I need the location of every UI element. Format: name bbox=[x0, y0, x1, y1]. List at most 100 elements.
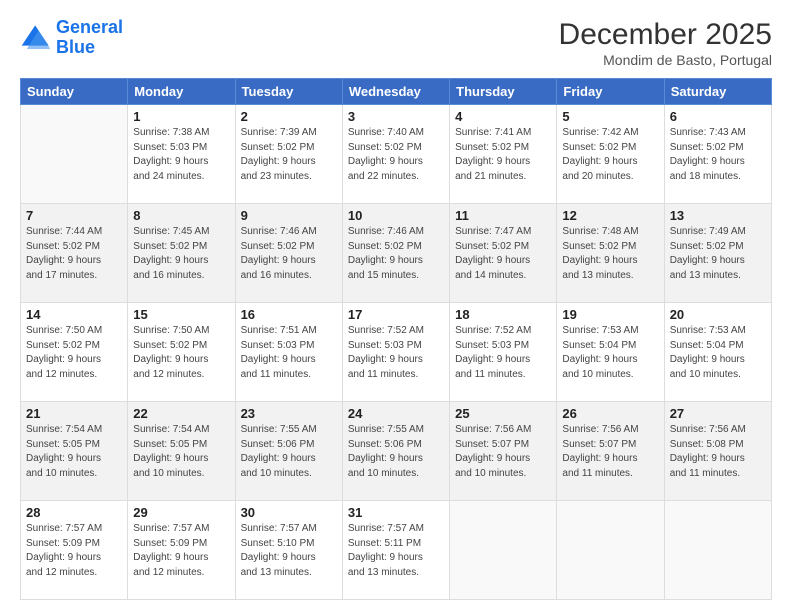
day-number: 31 bbox=[348, 505, 444, 520]
day-info: Sunrise: 7:57 AMSunset: 5:09 PMDaylight:… bbox=[26, 522, 122, 580]
calendar-cell bbox=[21, 105, 128, 204]
day-info: Sunrise: 7:38 AMSunset: 5:03 PMDaylight:… bbox=[133, 126, 229, 184]
day-number: 7 bbox=[26, 208, 122, 223]
calendar-cell: 21 Sunrise: 7:54 AMSunset: 5:05 PMDayligh… bbox=[21, 402, 128, 501]
calendar-cell: 9 Sunrise: 7:46 AMSunset: 5:02 PMDaylight… bbox=[235, 204, 342, 303]
day-info: Sunrise: 7:53 AMSunset: 5:04 PMDaylight:… bbox=[670, 324, 766, 382]
page: General Blue December 2025 Mondim de Bas… bbox=[0, 0, 792, 612]
day-info: Sunrise: 7:43 AMSunset: 5:02 PMDaylight:… bbox=[670, 126, 766, 184]
calendar-cell: 27 Sunrise: 7:56 AMSunset: 5:08 PMDayligh… bbox=[664, 402, 771, 501]
calendar-cell: 25Sunrise: 7:56 AMSunset: 5:07 PMDayligh… bbox=[450, 402, 557, 501]
day-info: Sunrise: 7:45 AMSunset: 5:02 PMDaylight:… bbox=[133, 225, 229, 283]
weekday-header-row: SundayMondayTuesdayWednesdayThursdayFrid… bbox=[21, 79, 772, 105]
calendar-cell: 4 Sunrise: 7:41 AMSunset: 5:02 PMDaylight… bbox=[450, 105, 557, 204]
calendar-cell: 7 Sunrise: 7:44 AMSunset: 5:02 PMDaylight… bbox=[21, 204, 128, 303]
day-number: 8 bbox=[133, 208, 229, 223]
day-number: 1 bbox=[133, 109, 229, 124]
day-info: Sunrise: 7:56 AMSunset: 5:07 PMDaylight:… bbox=[455, 423, 551, 481]
calendar-table: SundayMondayTuesdayWednesdayThursdayFrid… bbox=[20, 78, 772, 600]
day-number: 26 bbox=[562, 406, 658, 421]
calendar-cell: 11Sunrise: 7:47 AMSunset: 5:02 PMDayligh… bbox=[450, 204, 557, 303]
day-number: 13 bbox=[670, 208, 766, 223]
day-number: 5 bbox=[562, 109, 658, 124]
calendar-cell: 2 Sunrise: 7:39 AMSunset: 5:02 PMDaylight… bbox=[235, 105, 342, 204]
calendar-cell: 3 Sunrise: 7:40 AMSunset: 5:02 PMDaylight… bbox=[342, 105, 449, 204]
day-number: 2 bbox=[241, 109, 337, 124]
calendar-cell: 8 Sunrise: 7:45 AMSunset: 5:02 PMDaylight… bbox=[128, 204, 235, 303]
weekday-header-friday: Friday bbox=[557, 79, 664, 105]
calendar-cell: 31 Sunrise: 7:57 AMSunset: 5:11 PMDayligh… bbox=[342, 501, 449, 600]
day-number: 22 bbox=[133, 406, 229, 421]
calendar-cell: 14 Sunrise: 7:50 AMSunset: 5:02 PMDayligh… bbox=[21, 303, 128, 402]
day-number: 20 bbox=[670, 307, 766, 322]
logo-text: General Blue bbox=[56, 18, 123, 58]
header: General Blue December 2025 Mondim de Bas… bbox=[20, 18, 772, 68]
day-info: Sunrise: 7:48 AMSunset: 5:02 PMDaylight:… bbox=[562, 225, 658, 283]
calendar-cell: 15Sunrise: 7:50 AMSunset: 5:02 PMDayligh… bbox=[128, 303, 235, 402]
day-number: 10 bbox=[348, 208, 444, 223]
day-number: 3 bbox=[348, 109, 444, 124]
day-number: 28 bbox=[26, 505, 122, 520]
day-info: Sunrise: 7:50 AMSunset: 5:02 PMDaylight:… bbox=[26, 324, 122, 382]
day-info: Sunrise: 7:46 AMSunset: 5:02 PMDaylight:… bbox=[348, 225, 444, 283]
calendar-cell: 28 Sunrise: 7:57 AMSunset: 5:09 PMDayligh… bbox=[21, 501, 128, 600]
day-info: Sunrise: 7:46 AMSunset: 5:02 PMDaylight:… bbox=[241, 225, 337, 283]
day-number: 9 bbox=[241, 208, 337, 223]
title-block: December 2025 Mondim de Basto, Portugal bbox=[559, 18, 772, 68]
calendar-cell: 18Sunrise: 7:52 AMSunset: 5:03 PMDayligh… bbox=[450, 303, 557, 402]
day-info: Sunrise: 7:57 AMSunset: 5:11 PMDaylight:… bbox=[348, 522, 444, 580]
calendar-week-row: 28 Sunrise: 7:57 AMSunset: 5:09 PMDayligh… bbox=[21, 501, 772, 600]
day-number: 17 bbox=[348, 307, 444, 322]
day-number: 21 bbox=[26, 406, 122, 421]
weekday-header-sunday: Sunday bbox=[21, 79, 128, 105]
location-subtitle: Mondim de Basto, Portugal bbox=[559, 52, 772, 68]
day-info: Sunrise: 7:44 AMSunset: 5:02 PMDaylight:… bbox=[26, 225, 122, 283]
day-number: 27 bbox=[670, 406, 766, 421]
day-info: Sunrise: 7:40 AMSunset: 5:02 PMDaylight:… bbox=[348, 126, 444, 184]
calendar-cell: 24Sunrise: 7:55 AMSunset: 5:06 PMDayligh… bbox=[342, 402, 449, 501]
day-number: 4 bbox=[455, 109, 551, 124]
day-number: 15 bbox=[133, 307, 229, 322]
calendar-cell: 5 Sunrise: 7:42 AMSunset: 5:02 PMDaylight… bbox=[557, 105, 664, 204]
calendar-week-row: 14 Sunrise: 7:50 AMSunset: 5:02 PMDayligh… bbox=[21, 303, 772, 402]
day-number: 23 bbox=[241, 406, 337, 421]
weekday-header-saturday: Saturday bbox=[664, 79, 771, 105]
day-info: Sunrise: 7:49 AMSunset: 5:02 PMDaylight:… bbox=[670, 225, 766, 283]
day-info: Sunrise: 7:47 AMSunset: 5:02 PMDaylight:… bbox=[455, 225, 551, 283]
day-info: Sunrise: 7:56 AMSunset: 5:07 PMDaylight:… bbox=[562, 423, 658, 481]
calendar-cell: 12 Sunrise: 7:48 AMSunset: 5:02 PMDayligh… bbox=[557, 204, 664, 303]
day-number: 30 bbox=[241, 505, 337, 520]
calendar-cell: 20 Sunrise: 7:53 AMSunset: 5:04 PMDayligh… bbox=[664, 303, 771, 402]
calendar-cell: 22 Sunrise: 7:54 AMSunset: 5:05 PMDayligh… bbox=[128, 402, 235, 501]
day-info: Sunrise: 7:51 AMSunset: 5:03 PMDaylight:… bbox=[241, 324, 337, 382]
calendar-cell: 16 Sunrise: 7:51 AMSunset: 5:03 PMDayligh… bbox=[235, 303, 342, 402]
day-info: Sunrise: 7:56 AMSunset: 5:08 PMDaylight:… bbox=[670, 423, 766, 481]
calendar-cell: 6 Sunrise: 7:43 AMSunset: 5:02 PMDaylight… bbox=[664, 105, 771, 204]
calendar-cell bbox=[557, 501, 664, 600]
day-info: Sunrise: 7:39 AMSunset: 5:02 PMDaylight:… bbox=[241, 126, 337, 184]
calendar-cell: 17Sunrise: 7:52 AMSunset: 5:03 PMDayligh… bbox=[342, 303, 449, 402]
logo-general: General bbox=[56, 17, 123, 37]
day-info: Sunrise: 7:41 AMSunset: 5:02 PMDaylight:… bbox=[455, 126, 551, 184]
day-number: 29 bbox=[133, 505, 229, 520]
day-info: Sunrise: 7:54 AMSunset: 5:05 PMDaylight:… bbox=[133, 423, 229, 481]
day-info: Sunrise: 7:57 AMSunset: 5:09 PMDaylight:… bbox=[133, 522, 229, 580]
day-number: 24 bbox=[348, 406, 444, 421]
day-info: Sunrise: 7:42 AMSunset: 5:02 PMDaylight:… bbox=[562, 126, 658, 184]
day-number: 18 bbox=[455, 307, 551, 322]
calendar-cell: 19Sunrise: 7:53 AMSunset: 5:04 PMDayligh… bbox=[557, 303, 664, 402]
calendar-week-row: 21 Sunrise: 7:54 AMSunset: 5:05 PMDayligh… bbox=[21, 402, 772, 501]
calendar-cell bbox=[664, 501, 771, 600]
weekday-header-thursday: Thursday bbox=[450, 79, 557, 105]
day-number: 6 bbox=[670, 109, 766, 124]
day-info: Sunrise: 7:54 AMSunset: 5:05 PMDaylight:… bbox=[26, 423, 122, 481]
weekday-header-wednesday: Wednesday bbox=[342, 79, 449, 105]
day-number: 14 bbox=[26, 307, 122, 322]
day-number: 12 bbox=[562, 208, 658, 223]
calendar-cell bbox=[450, 501, 557, 600]
day-info: Sunrise: 7:57 AMSunset: 5:10 PMDaylight:… bbox=[241, 522, 337, 580]
calendar-cell: 10 Sunrise: 7:46 AMSunset: 5:02 PMDayligh… bbox=[342, 204, 449, 303]
calendar-cell: 1 Sunrise: 7:38 AMSunset: 5:03 PMDaylight… bbox=[128, 105, 235, 204]
calendar-week-row: 7 Sunrise: 7:44 AMSunset: 5:02 PMDaylight… bbox=[21, 204, 772, 303]
day-number: 16 bbox=[241, 307, 337, 322]
